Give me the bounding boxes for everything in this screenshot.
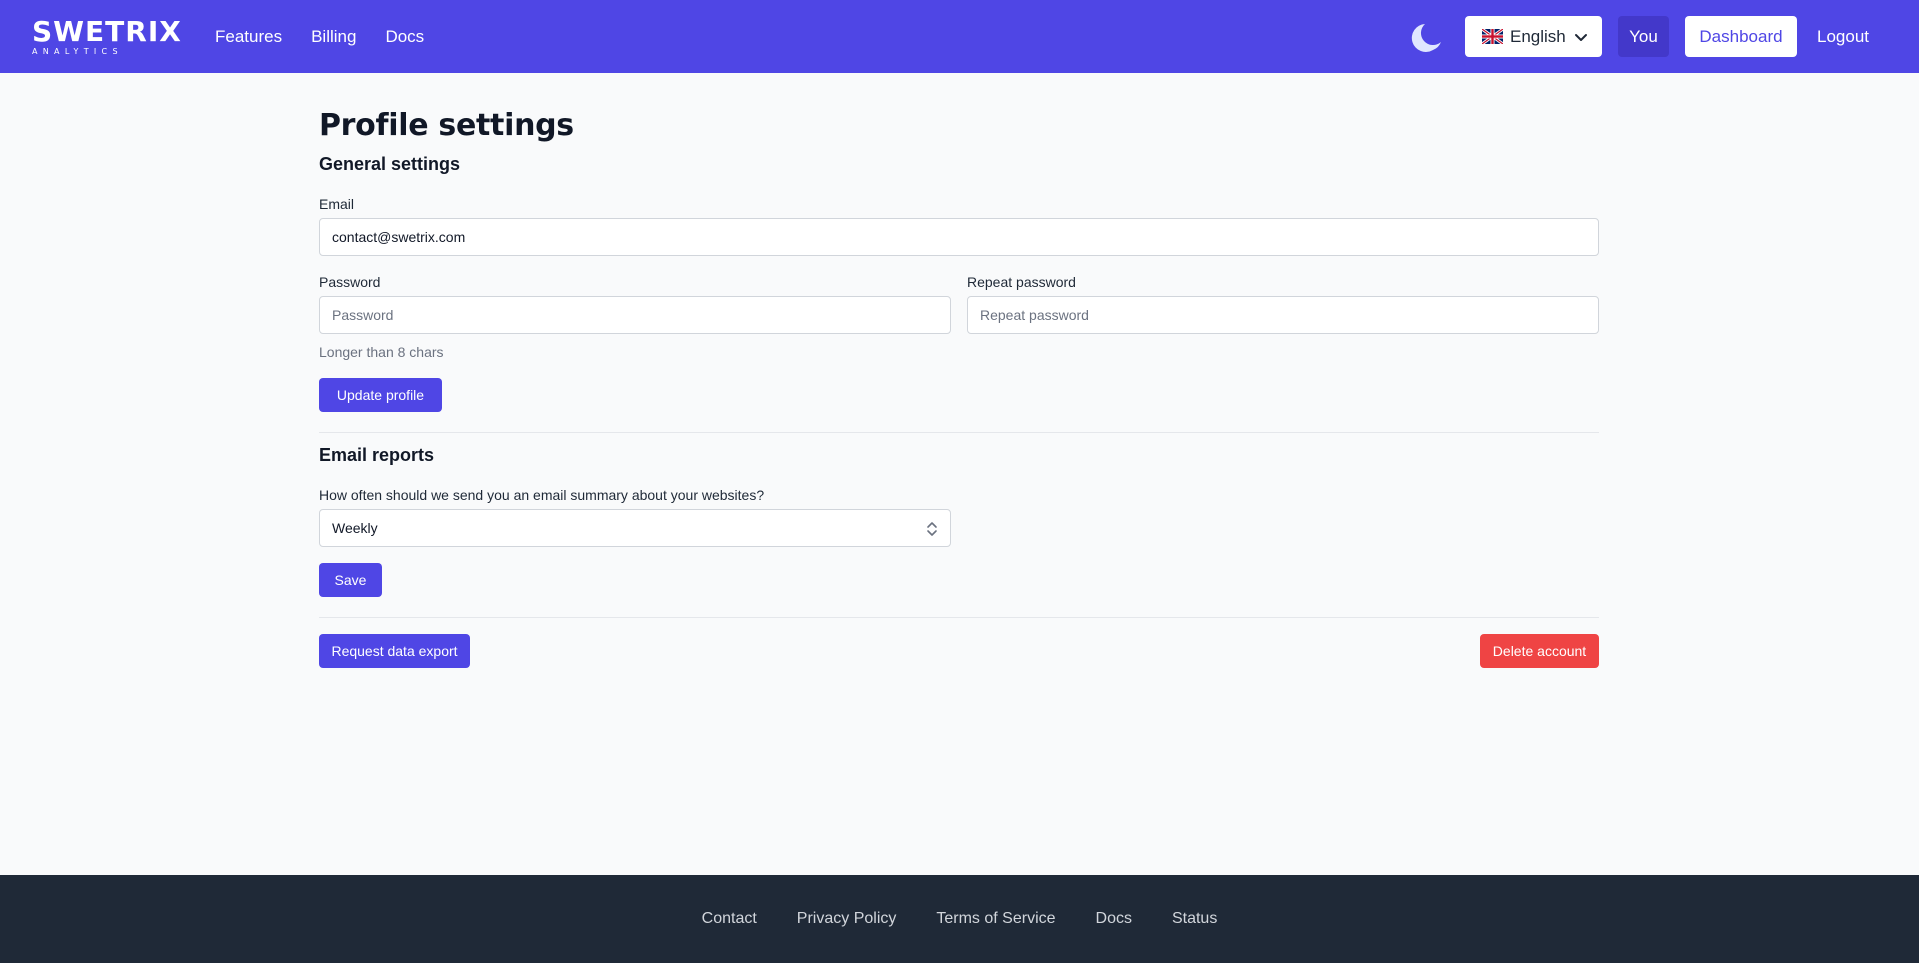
- main-nav: Features Billing Docs: [215, 26, 453, 48]
- logo-tagline: ANALYTICS: [32, 47, 123, 56]
- general-settings-title: General settings: [319, 154, 461, 174]
- section-divider: [319, 617, 1599, 618]
- delete-account-button[interactable]: Delete account: [1480, 634, 1599, 668]
- footer: Contact Privacy Policy Terms of Service …: [0, 875, 1919, 963]
- repeat-password-input[interactable]: [967, 296, 1599, 334]
- repeat-password-label: Repeat password: [967, 274, 1076, 290]
- section-divider: [319, 432, 1599, 433]
- password-hint: Longer than 8 chars: [319, 344, 444, 360]
- email-label: Email: [319, 196, 355, 212]
- report-frequency-value: Weekly: [332, 520, 378, 536]
- you-button[interactable]: You: [1618, 16, 1669, 57]
- update-profile-button[interactable]: Update profile: [319, 378, 442, 412]
- email-input[interactable]: [319, 218, 1599, 256]
- footer-links: Contact Privacy Policy Terms of Service …: [0, 910, 1919, 928]
- nav-features-link[interactable]: Features: [215, 26, 282, 48]
- report-frequency-label: How often should we send you an email su…: [319, 487, 765, 503]
- top-navbar: SWETRIX ANALYTICS Features Billing Docs …: [0, 0, 1919, 73]
- logo-wordmark: SWETRIX: [32, 15, 182, 48]
- footer-contact-link[interactable]: Contact: [702, 910, 757, 928]
- dashboard-button[interactable]: Dashboard: [1685, 16, 1797, 57]
- logout-button[interactable]: Logout: [1817, 16, 1869, 57]
- uk-flag-icon: [1481, 27, 1504, 46]
- nav-docs-link[interactable]: Docs: [385, 26, 424, 48]
- nav-billing-link[interactable]: Billing: [311, 26, 356, 48]
- select-arrows-icon: [926, 519, 938, 539]
- request-data-export-button[interactable]: Request data export: [319, 634, 470, 668]
- report-frequency-select[interactable]: Weekly: [319, 509, 951, 547]
- password-label: Password: [319, 274, 381, 290]
- footer-status-link[interactable]: Status: [1172, 910, 1217, 928]
- save-reports-button[interactable]: Save: [319, 563, 382, 597]
- email-reports-title: Email reports: [319, 445, 435, 465]
- moon-icon[interactable]: [1411, 20, 1445, 54]
- language-selector[interactable]: English: [1465, 16, 1602, 57]
- footer-privacy-link[interactable]: Privacy Policy: [797, 910, 897, 928]
- footer-terms-link[interactable]: Terms of Service: [936, 910, 1055, 928]
- password-input[interactable]: [319, 296, 951, 334]
- swetrix-logo[interactable]: SWETRIX ANALYTICS: [32, 15, 182, 57]
- language-label: English: [1510, 26, 1566, 46]
- footer-docs-link[interactable]: Docs: [1096, 910, 1132, 928]
- chevron-down-icon: [1574, 29, 1588, 43]
- page-title: Profile settings: [319, 108, 574, 143]
